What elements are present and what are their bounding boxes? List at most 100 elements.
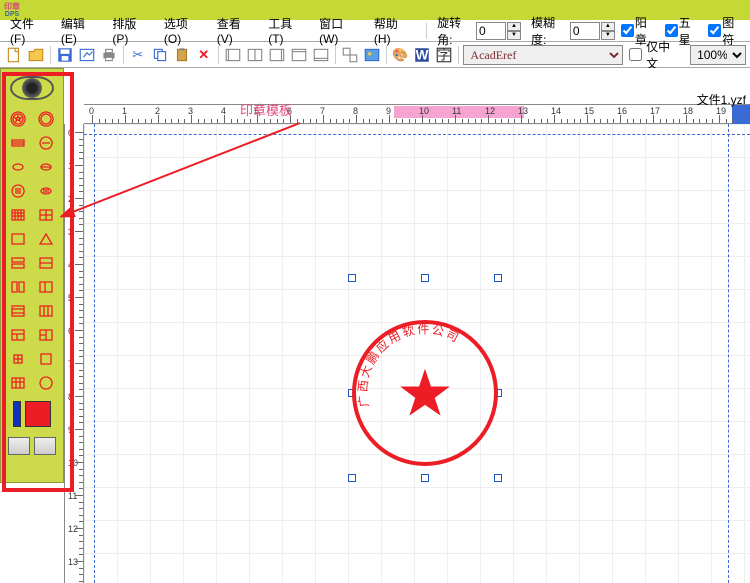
blur-input[interactable]	[570, 22, 600, 40]
stamp-template-tool-17[interactable]	[7, 301, 29, 321]
stamp-template-tool-12[interactable]	[35, 229, 57, 249]
menu-view[interactable]: 查看(V)	[211, 13, 263, 48]
checkbox-glyph[interactable]	[708, 24, 721, 37]
menu-window[interactable]: 窗口(W)	[313, 13, 368, 48]
align-center-button[interactable]	[245, 45, 265, 65]
font-select[interactable]: AcadEref	[463, 45, 623, 65]
ruler-h-number: 14	[551, 106, 561, 116]
eye-tool-icon[interactable]	[10, 73, 54, 103]
ruler-horizontal[interactable]: 0123456789101112131415161718192021	[84, 104, 750, 124]
cut-button[interactable]: ✂	[128, 45, 148, 65]
blur-label: 模糊度:	[531, 14, 570, 48]
ruler-v-number: 10	[68, 458, 78, 468]
stamp-template-tool-15[interactable]	[7, 277, 29, 297]
ruler-vertical[interactable]: 01234567891011121314	[64, 124, 84, 583]
only-cn-label: 仅中文	[646, 38, 682, 72]
stamp-template-tool-20[interactable]	[35, 325, 57, 345]
menu-options[interactable]: 选项(O)	[158, 13, 211, 48]
palette-button[interactable]: 🎨	[391, 45, 411, 65]
stroke-color-swatch[interactable]	[13, 401, 21, 427]
menu-edit[interactable]: 编辑(E)	[55, 13, 107, 48]
ruler-h-number: 12	[485, 106, 495, 116]
stamp-template-tool-24[interactable]	[35, 373, 57, 393]
stamp-template-tool-19[interactable]	[7, 325, 29, 345]
svg-text:字: 字	[438, 47, 451, 62]
stamp-template-tool-1[interactable]	[7, 109, 29, 129]
ruler-h-number: 17	[650, 106, 660, 116]
canvas-area: 0123456789101112131415161718192021 01234…	[64, 68, 750, 583]
stamp-template-tool-6[interactable]	[35, 157, 57, 177]
stamp-template-tool-11[interactable]	[7, 229, 29, 249]
selection-handle-sw[interactable]	[348, 474, 356, 482]
toolbar-sep-4	[335, 46, 336, 64]
fill-color-swatch[interactable]	[25, 401, 51, 427]
align-top-button[interactable]	[289, 45, 309, 65]
ruler-v-number: 5	[68, 293, 73, 303]
checkbox-only-cn[interactable]	[629, 48, 642, 61]
checkbox-stamp[interactable]	[621, 24, 634, 37]
stamp-template-tool-3[interactable]	[7, 133, 29, 153]
ruler-v-number: 12	[68, 524, 78, 534]
image-button[interactable]	[362, 45, 382, 65]
ruler-h-number: 18	[683, 106, 693, 116]
text-button[interactable]: 字	[434, 45, 454, 65]
selection-handle-n[interactable]	[421, 274, 429, 282]
rotate-spinner[interactable]: ▲▼	[507, 22, 521, 40]
export-button[interactable]	[77, 45, 97, 65]
selection-handle-ne[interactable]	[494, 274, 502, 282]
misc-tool-2[interactable]	[34, 437, 56, 455]
print-button[interactable]	[99, 45, 119, 65]
stamp-template-tool-5[interactable]	[7, 157, 29, 177]
selection-handle-nw[interactable]	[348, 274, 356, 282]
misc-tool-1[interactable]	[8, 437, 30, 455]
canvas[interactable]: 广西大鹏应用软件公司	[84, 124, 750, 583]
stamp-template-tool-18[interactable]	[35, 301, 57, 321]
stamp-template-tool-9[interactable]	[7, 205, 29, 225]
toolbar-sep-2	[123, 46, 124, 64]
menu-layout[interactable]: 排版(P)	[106, 13, 158, 48]
stamp-template-tool-23[interactable]	[7, 373, 29, 393]
ruler-v-number: 4	[68, 260, 73, 270]
ruler-h-number: 16	[617, 106, 627, 116]
menu-tools[interactable]: 工具(T)	[262, 13, 313, 48]
group-button[interactable]	[340, 45, 360, 65]
stamp-template-tool-16[interactable]	[35, 277, 57, 297]
selection-handle-s[interactable]	[421, 474, 429, 482]
document-title: 文件1.yzf	[697, 91, 746, 108]
toolbar-sep-6	[458, 46, 459, 64]
menu-help[interactable]: 帮助(H)	[368, 13, 420, 48]
stamp-template-tool-21[interactable]	[7, 349, 29, 369]
delete-button[interactable]: ✕	[194, 45, 214, 65]
word-button[interactable]: W	[412, 45, 432, 65]
stamp-template-tool-14[interactable]	[35, 253, 57, 273]
stamp-object[interactable]: 广西大鹏应用软件公司	[352, 320, 498, 466]
copy-button[interactable]	[150, 45, 170, 65]
ruler-v-number: 7	[68, 359, 73, 369]
save-button[interactable]	[55, 45, 75, 65]
open-button[interactable]	[26, 45, 46, 65]
align-bottom-button[interactable]	[311, 45, 331, 65]
new-button[interactable]	[4, 45, 24, 65]
ruler-h-number: 15	[584, 106, 594, 116]
stamp-template-tool-4[interactable]	[35, 133, 57, 153]
stamp-template-tool-8[interactable]	[35, 181, 57, 201]
stamp-template-tool-7[interactable]	[7, 181, 29, 201]
stamp-template-tool-10[interactable]	[35, 205, 57, 225]
ruler-h-number: 13	[518, 106, 528, 116]
selection-handle-se[interactable]	[494, 474, 502, 482]
rotate-input[interactable]	[476, 22, 506, 40]
align-right-button[interactable]	[267, 45, 287, 65]
stamp-template-tool-22[interactable]	[35, 349, 57, 369]
ruler-v-number: 6	[68, 326, 73, 336]
page-guide-right	[728, 124, 729, 583]
align-left-button[interactable]	[223, 45, 243, 65]
menu-file[interactable]: 文件(F)	[4, 13, 55, 48]
ruler-v-number: 0	[68, 128, 73, 138]
stamp-template-tool-13[interactable]	[7, 253, 29, 273]
stamp-template-tool-2[interactable]	[35, 109, 57, 129]
blur-spinner[interactable]: ▲▼	[601, 22, 615, 40]
paste-button[interactable]	[172, 45, 192, 65]
zoom-select[interactable]: 100%	[690, 45, 746, 65]
checkbox-star[interactable]	[665, 24, 678, 37]
ruler-v-number: 1	[68, 161, 73, 171]
